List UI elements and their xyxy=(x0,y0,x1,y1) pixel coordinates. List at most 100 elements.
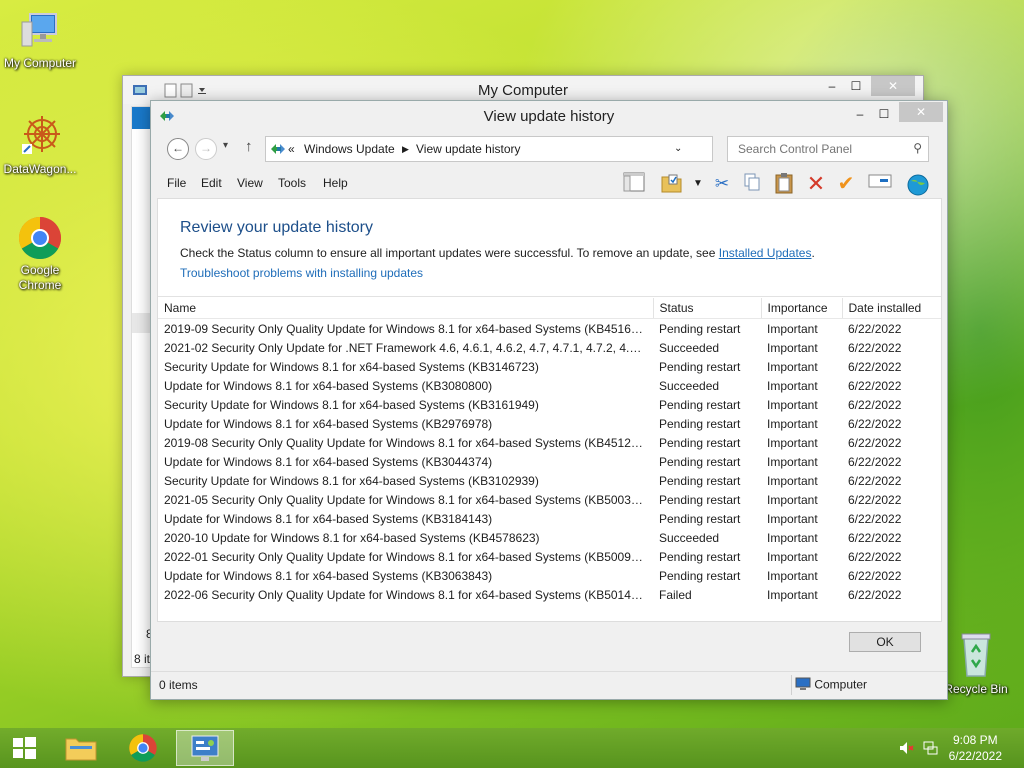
update-importance: Important xyxy=(767,549,818,564)
desktop-icon-my-computer[interactable]: My Computer xyxy=(0,10,80,71)
search-icon[interactable]: ⚲ xyxy=(913,141,922,155)
update-status: Pending restart xyxy=(659,321,741,336)
column-header-status[interactable]: Status xyxy=(653,298,762,319)
address-bar[interactable]: « Windows Update ▶ View update history ⌄… xyxy=(265,136,813,162)
copy-icon[interactable] xyxy=(739,172,765,196)
update-importance: Important xyxy=(767,321,818,336)
close-button[interactable]: ✕ xyxy=(871,76,915,96)
computer-icon xyxy=(795,677,811,694)
up-arrow-icon[interactable]: ↑ xyxy=(245,138,253,155)
recycle-bin-icon xyxy=(956,630,996,680)
zone-indicator: Computer xyxy=(795,677,867,694)
update-date: 6/22/2022 xyxy=(848,492,902,507)
address-dropdown-icon[interactable]: ⌄ xyxy=(674,143,682,154)
menu-help[interactable]: Help xyxy=(323,176,348,190)
zone-label: Computer xyxy=(814,677,868,692)
cut-icon[interactable]: ✂ xyxy=(709,172,735,196)
address-row: ← → ▾ ↑ « Windows Update ▶ View update h… xyxy=(159,135,939,163)
update-name: 2019-09 Security Only Quality Update for… xyxy=(164,321,653,336)
table-row[interactable]: Security Update for Windows 8.1 for x64-… xyxy=(158,357,941,376)
update-history-table[interactable]: Name Status Importance Date installed 20… xyxy=(158,298,941,604)
update-name: Update for Windows 8.1 for x64-based Sys… xyxy=(164,416,493,431)
menu-bar: File Edit View Tools Help ▼ ✂ ✕ ✔ xyxy=(159,171,939,197)
status-instructions: Check the Status column to ensure all im… xyxy=(180,246,815,260)
back-button[interactable]: ← xyxy=(167,138,189,160)
update-date: 6/22/2022 xyxy=(848,587,902,602)
table-row[interactable]: 2020-10 Update for Windows 8.1 for x64-b… xyxy=(158,528,941,547)
desktop-icon-datawagon[interactable]: DataWagon... xyxy=(0,112,80,177)
table-row[interactable]: Update for Windows 8.1 for x64-based Sys… xyxy=(158,566,941,585)
menu-view[interactable]: View xyxy=(237,176,263,190)
volume-muted-icon[interactable] xyxy=(898,740,914,759)
column-header-date-installed[interactable]: Date installed xyxy=(842,298,941,319)
table-row[interactable]: 2022-01 Security Only Quality Update for… xyxy=(158,547,941,566)
column-header-importance[interactable]: Importance xyxy=(761,298,843,319)
clock[interactable]: 9:08 PM 6/22/2022 xyxy=(949,732,1002,764)
start-button[interactable] xyxy=(0,730,48,766)
menu-tools[interactable]: Tools xyxy=(278,176,306,190)
close-button[interactable]: ✕ xyxy=(899,102,943,122)
update-name: 2022-06 Security Only Quality Update for… xyxy=(164,587,653,602)
folder-options-icon[interactable] xyxy=(659,172,685,196)
breadcrumb-windows-update[interactable]: Windows Update xyxy=(304,142,395,156)
table-row[interactable]: Update for Windows 8.1 for x64-based Sys… xyxy=(158,376,941,395)
view-update-history-window[interactable]: View update history – ☐ ✕ ← → ▾ ↑ « Wind… xyxy=(150,100,948,700)
taskbar-file-explorer[interactable] xyxy=(52,730,110,766)
table-row[interactable]: Update for Windows 8.1 for x64-based Sys… xyxy=(158,414,941,433)
update-name: Update for Windows 8.1 for x64-based Sys… xyxy=(164,511,493,526)
desktop-icon-google-chrome[interactable]: Google Chrome xyxy=(0,215,80,293)
update-date: 6/22/2022 xyxy=(848,435,902,450)
paste-icon[interactable] xyxy=(771,172,797,196)
breadcrumb-separator-icon[interactable]: ▶ xyxy=(402,144,409,155)
search-input[interactable] xyxy=(736,141,910,157)
update-name: Update for Windows 8.1 for x64-based Sys… xyxy=(164,568,493,583)
forward-button[interactable]: → xyxy=(195,138,217,160)
troubleshoot-link[interactable]: Troubleshoot problems with installing up… xyxy=(180,266,423,280)
desktop-icon-recycle-bin[interactable]: Recycle Bin xyxy=(936,630,1016,697)
menu-edit[interactable]: Edit xyxy=(201,176,222,190)
menu-file[interactable]: File xyxy=(167,176,186,190)
update-date: 6/22/2022 xyxy=(848,530,902,545)
title-bar[interactable]: View update history – ☐ ✕ xyxy=(151,101,947,132)
properties-check-icon[interactable]: ✔ xyxy=(833,172,859,196)
table-row[interactable]: 2021-05 Security Only Quality Update for… xyxy=(158,490,941,509)
ok-button[interactable]: OK xyxy=(849,632,921,652)
table-row[interactable]: 2019-08 Security Only Quality Update for… xyxy=(158,433,941,452)
table-row[interactable]: Security Update for Windows 8.1 for x64-… xyxy=(158,395,941,414)
clock-time: 9:08 PM xyxy=(952,733,998,747)
status-bar: 0 items Computer xyxy=(151,671,947,698)
installed-updates-link[interactable]: Installed Updates xyxy=(719,246,812,260)
update-name: Update for Windows 8.1 for x64-based Sys… xyxy=(164,378,493,393)
folder-options-dropdown-icon[interactable]: ▼ xyxy=(685,172,711,196)
search-box[interactable]: ⚲ xyxy=(727,136,929,162)
update-importance: Important xyxy=(767,454,818,469)
table-row[interactable]: 2021-02 Security Only Update for .NET Fr… xyxy=(158,338,941,357)
description-text: Check the Status column to ensure all im… xyxy=(180,246,719,260)
network-icon[interactable] xyxy=(922,740,938,759)
update-status: Pending restart xyxy=(659,511,741,526)
table-row[interactable]: Security Update for Windows 8.1 for x64-… xyxy=(158,471,941,490)
table-row[interactable]: 2019-09 Security Only Quality Update for… xyxy=(158,319,941,339)
update-date: 6/22/2022 xyxy=(848,340,902,355)
table-row[interactable]: 2022-06 Security Only Quality Update for… xyxy=(158,585,941,604)
update-date: 6/22/2022 xyxy=(848,549,902,564)
table-row[interactable]: Update for Windows 8.1 for x64-based Sys… xyxy=(158,452,941,471)
recent-locations-chevron-icon[interactable]: ▾ xyxy=(223,140,228,151)
taskbar-chrome[interactable] xyxy=(114,730,172,766)
update-date: 6/22/2022 xyxy=(848,378,902,393)
rename-icon[interactable] xyxy=(867,172,893,196)
delete-icon[interactable]: ✕ xyxy=(803,172,829,196)
clock-date: 6/22/2022 xyxy=(948,749,1002,763)
breadcrumb-overflow[interactable]: « xyxy=(288,142,295,156)
desktop-icon-label: DataWagon... xyxy=(3,162,77,176)
breadcrumb-view-update-history[interactable]: View update history xyxy=(416,142,521,156)
dialog-footer: OK xyxy=(157,620,940,672)
column-header-name[interactable]: Name xyxy=(158,298,654,319)
globe-icon[interactable] xyxy=(905,172,931,196)
update-importance: Important xyxy=(767,587,818,602)
update-status: Succeeded xyxy=(659,378,720,393)
layout-pane-icon[interactable] xyxy=(621,172,647,196)
taskbar-control-panel[interactable] xyxy=(176,730,234,766)
update-date: 6/22/2022 xyxy=(848,511,902,526)
table-row[interactable]: Update for Windows 8.1 for x64-based Sys… xyxy=(158,509,941,528)
